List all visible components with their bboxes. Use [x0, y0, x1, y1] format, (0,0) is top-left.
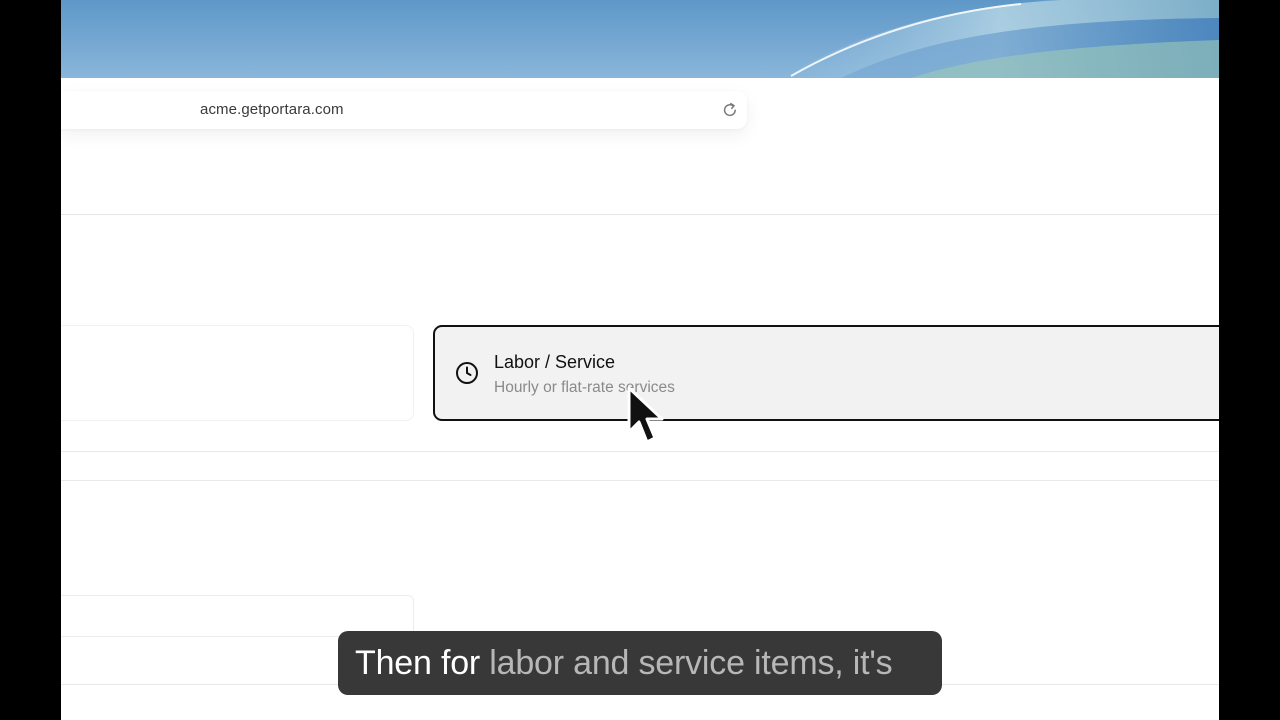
mouse-pointer-icon [627, 386, 664, 444]
reload-icon[interactable] [721, 101, 739, 119]
address-bar-url[interactable]: acme.getportara.com [200, 101, 344, 118]
caption-upcoming-text: labor and service items, it's [489, 644, 893, 682]
item-type-option-labor-service[interactable]: Labor / Service Hourly or flat-rate serv… [433, 325, 1219, 421]
desktop-wallpaper [61, 0, 1219, 78]
option-title: Labor / Service [494, 352, 616, 372]
browser-toolbar: acme.getportara.com [61, 78, 1219, 215]
caption-spoken-text: Then for [355, 644, 490, 682]
address-bar[interactable]: acme.getportara.com [61, 91, 747, 129]
item-type-option[interactable] [61, 325, 414, 421]
screen: acme.getportara.com Labor / Service Hour… [61, 0, 1219, 720]
section-divider [61, 480, 1219, 481]
video-frame: acme.getportara.com Labor / Service Hour… [0, 0, 1280, 720]
video-caption: Then for labor and service items, it's [338, 631, 942, 695]
clock-icon [455, 361, 479, 385]
